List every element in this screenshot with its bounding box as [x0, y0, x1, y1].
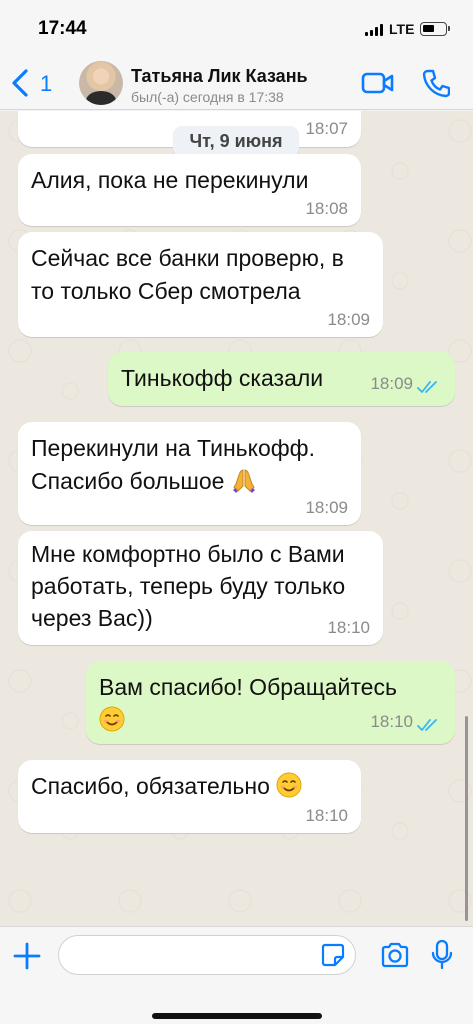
message-bubble-incoming[interactable]: Спасибо, обязательно 18:10: [18, 760, 361, 833]
message-input-bar: [0, 926, 473, 1024]
date-separator: Чт, 9 июня: [173, 126, 299, 157]
battery-icon: [420, 22, 450, 36]
message-text: Алия, пока не перекинули: [31, 167, 309, 193]
message-text: Спасибо, обязательно: [31, 770, 302, 807]
message-text: Сейчас все банки проверю, в то только Сб…: [31, 245, 344, 304]
message-bubble-incoming[interactable]: Мне комфортно было с Вами работать, тепе…: [18, 531, 383, 645]
scroll-indicator[interactable]: [465, 716, 468, 921]
message-time: 18:09: [305, 498, 348, 517]
sticker-button[interactable]: [320, 942, 346, 968]
phone-icon: [422, 69, 451, 98]
attach-button[interactable]: [12, 941, 42, 971]
read-receipt-icon: [417, 381, 437, 393]
network-label: LTE: [389, 21, 415, 37]
voice-call-button[interactable]: [422, 68, 451, 98]
message-bubble-incoming[interactable]: Перекинули на Тинькофф. Спасибо большое …: [18, 422, 361, 525]
signal-icon: [365, 24, 385, 36]
video-camera-icon: [361, 72, 394, 94]
chat-history[interactable]: 18:07 Чт, 9 июня Алия, пока не перекинул…: [0, 111, 473, 926]
unread-count: 1: [40, 71, 53, 96]
message-input[interactable]: [58, 935, 356, 975]
status-bar: 17:44 LTE: [0, 0, 473, 58]
message-text: Вам спасибо! Обращайтесь: [99, 671, 397, 741]
last-seen-status: был(-а) сегодня в 17:38: [131, 89, 284, 105]
message-bubble-outgoing[interactable]: Тинькофф сказали 18:09: [108, 352, 455, 406]
message-bubble-incoming[interactable]: Сейчас все банки проверю, в то только Сб…: [18, 232, 383, 337]
contact-name[interactable]: Татьяна Лик Казань: [131, 66, 308, 87]
folded-hands-emoji: [231, 467, 257, 502]
plus-icon: [13, 942, 41, 970]
back-button[interactable]: 1: [8, 64, 58, 100]
message-time: 18:09: [370, 374, 413, 393]
chevron-left-icon: [12, 69, 28, 97]
camera-icon: [381, 942, 409, 968]
camera-button[interactable]: [380, 941, 410, 969]
message-time: 18:10: [370, 712, 413, 731]
message-time: 18:10: [305, 806, 348, 825]
message-text: Тинькофф сказали: [121, 365, 324, 391]
video-call-button[interactable]: [361, 70, 395, 96]
sticker-icon: [321, 943, 345, 967]
read-receipt-icon: [417, 719, 437, 731]
voice-message-button[interactable]: [431, 939, 453, 971]
message-bubble-outgoing[interactable]: Вам спасибо! Обращайтесь 18:10: [86, 661, 455, 744]
microphone-icon: [431, 939, 453, 970]
message-text: Мне комфортно было с Вами работать, тепе…: [31, 541, 346, 631]
message-time: 18:08: [305, 199, 348, 218]
smiling-face-emoji: [99, 706, 125, 741]
chat-header: 1 Татьяна Лик Казань был(-а) сегодня в 1…: [0, 58, 473, 110]
message-time: 18:09: [327, 310, 370, 329]
message-text: Перекинули на Тинькофф. Спасибо большое: [31, 432, 315, 502]
smiling-face-emoji: [276, 772, 302, 807]
home-indicator[interactable]: [152, 1013, 322, 1019]
message-bubble-incoming[interactable]: Алия, пока не перекинули 18:08: [18, 154, 361, 226]
message-time: 18:10: [327, 618, 370, 637]
status-time: 17:44: [38, 18, 87, 39]
avatar[interactable]: [79, 61, 123, 105]
message-time: 18:07: [305, 119, 348, 138]
